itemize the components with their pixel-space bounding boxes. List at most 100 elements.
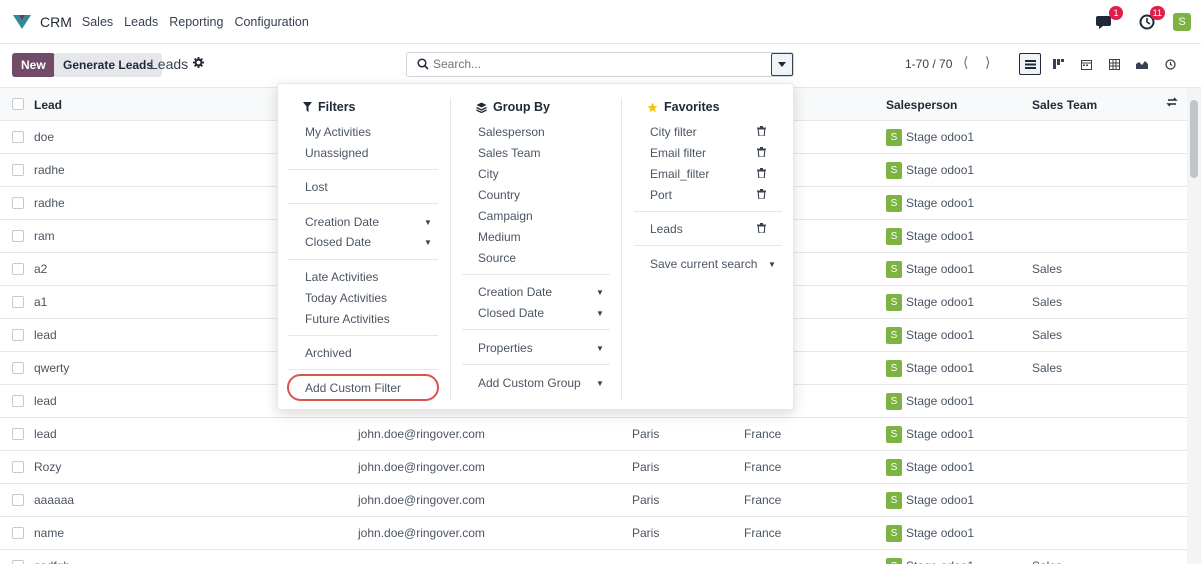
divider xyxy=(288,335,438,336)
pager-value[interactable]: 1-70 / 70 xyxy=(905,57,952,71)
filter-unassigned[interactable]: Unassigned xyxy=(305,146,368,160)
pager-next-icon[interactable]: ⟩ xyxy=(985,54,990,71)
row-checkbox[interactable] xyxy=(12,230,24,242)
calendar-view-button[interactable] xyxy=(1075,53,1097,75)
chevron-down-icon[interactable]: ▼ xyxy=(596,309,604,318)
filter-today-activities[interactable]: Today Activities xyxy=(305,291,387,305)
top-navbar: CRM Sales Leads Reporting Configuration … xyxy=(0,0,1201,44)
column-lead[interactable]: Lead xyxy=(34,98,62,112)
nav-reporting[interactable]: Reporting xyxy=(169,15,223,29)
optional-columns-icon[interactable] xyxy=(1166,96,1178,111)
row-checkbox[interactable] xyxy=(12,164,24,176)
messages-button[interactable]: 1 xyxy=(1093,6,1123,34)
cell-lead: lead xyxy=(34,394,57,408)
new-button[interactable]: New xyxy=(12,53,55,77)
salesperson-avatar: S xyxy=(886,261,902,278)
cell-salesperson: Stage odoo1 xyxy=(906,559,974,564)
filter-my-activities[interactable]: My Activities xyxy=(305,125,371,139)
gear-icon[interactable] xyxy=(193,57,204,71)
row-checkbox[interactable] xyxy=(12,527,24,539)
table-row[interactable]: asdfgh S Stage odoo1 Sales xyxy=(0,550,1187,564)
trash-icon[interactable] xyxy=(757,222,766,236)
groupby-creation-date[interactable]: Creation Date xyxy=(478,285,552,299)
table-row[interactable]: name john.doe@ringover.com Paris France S Sta… xyxy=(0,517,1187,550)
nav-sales[interactable]: Sales xyxy=(82,15,113,29)
nav-configuration[interactable]: Configuration xyxy=(234,15,308,29)
user-avatar[interactable]: S xyxy=(1173,13,1191,31)
row-checkbox[interactable] xyxy=(12,428,24,440)
add-custom-filter-button[interactable]: Add Custom Filter xyxy=(305,381,401,395)
crm-logo-icon[interactable] xyxy=(12,11,34,33)
groupby-sales-team[interactable]: Sales Team xyxy=(478,146,540,160)
table-row[interactable]: Rozy john.doe@ringover.com Paris France S Sta… xyxy=(0,451,1187,484)
activity-view-button[interactable] xyxy=(1159,53,1181,75)
trash-icon[interactable] xyxy=(757,167,766,181)
row-checkbox[interactable] xyxy=(12,131,24,143)
column-sales-team[interactable]: Sales Team xyxy=(1032,98,1097,112)
generate-leads-button[interactable]: Generate Leads xyxy=(54,53,163,77)
cell-lead: asdfgh xyxy=(34,559,70,564)
add-custom-group-select[interactable]: Add Custom Group xyxy=(478,376,581,390)
chevron-down-icon[interactable]: ▼ xyxy=(596,379,604,388)
nav-leads[interactable]: Leads xyxy=(124,15,158,29)
groupby-closed-date[interactable]: Closed Date xyxy=(478,306,544,320)
trash-icon[interactable] xyxy=(757,146,766,160)
table-row[interactable]: lead john.doe@ringover.com Paris France S Sta… xyxy=(0,418,1187,451)
row-checkbox[interactable] xyxy=(12,362,24,374)
app-name[interactable]: CRM xyxy=(40,14,72,30)
row-checkbox[interactable] xyxy=(12,296,24,308)
row-checkbox[interactable] xyxy=(12,395,24,407)
table-row[interactable]: aaaaaa john.doe@ringover.com Paris France S S… xyxy=(0,484,1187,517)
chevron-down-icon[interactable]: ▼ xyxy=(424,218,432,227)
favorite-port[interactable]: Port xyxy=(650,188,672,202)
scrollbar[interactable] xyxy=(1187,88,1201,564)
row-checkbox[interactable] xyxy=(12,329,24,341)
favorite-email-filter[interactable]: Email filter xyxy=(650,146,706,160)
table-icon xyxy=(1108,58,1120,70)
select-all-checkbox[interactable] xyxy=(12,98,24,110)
list-view-button[interactable] xyxy=(1019,53,1041,75)
filter-late-activities[interactable]: Late Activities xyxy=(305,270,378,284)
cell-sales-team: Sales xyxy=(1032,361,1063,375)
save-current-search[interactable]: Save current search xyxy=(650,257,757,271)
groupby-properties[interactable]: Properties xyxy=(478,341,533,355)
groupby-campaign[interactable]: Campaign xyxy=(478,209,533,223)
activities-button[interactable]: 11 xyxy=(1135,6,1165,34)
favorite-city-filter[interactable]: City filter xyxy=(650,125,697,139)
filter-icon xyxy=(303,102,312,112)
groupby-medium[interactable]: Medium xyxy=(478,230,521,244)
groupby-source[interactable]: Source xyxy=(478,251,516,265)
favorite-leads[interactable]: Leads xyxy=(650,222,683,236)
chevron-down-icon[interactable]: ▼ xyxy=(596,344,604,353)
pivot-view-button[interactable] xyxy=(1103,53,1125,75)
row-checkbox[interactable] xyxy=(12,494,24,506)
column-salesperson[interactable]: Salesperson xyxy=(886,98,957,112)
row-checkbox[interactable] xyxy=(12,461,24,473)
chevron-down-icon[interactable]: ▼ xyxy=(768,260,776,269)
trash-icon[interactable] xyxy=(757,125,766,139)
groupby-city[interactable]: City xyxy=(478,167,499,181)
cell-country: France xyxy=(744,427,782,441)
divider xyxy=(288,203,438,204)
pager-previous-icon[interactable]: ⟨ xyxy=(963,54,968,71)
scrollbar-thumb[interactable] xyxy=(1190,100,1198,178)
kanban-view-button[interactable] xyxy=(1047,53,1069,75)
trash-icon[interactable] xyxy=(757,188,766,202)
groupby-country[interactable]: Country xyxy=(478,188,520,202)
search-input[interactable] xyxy=(433,57,753,71)
filter-future-activities[interactable]: Future Activities xyxy=(305,312,390,326)
groupby-salesperson[interactable]: Salesperson xyxy=(478,125,545,139)
favorite-email-filter-2[interactable]: Email_filter xyxy=(650,167,709,181)
row-checkbox[interactable] xyxy=(12,197,24,209)
divider xyxy=(288,369,438,370)
filter-creation-date[interactable]: Creation Date xyxy=(305,215,379,229)
chevron-down-icon[interactable]: ▼ xyxy=(596,288,604,297)
search-options-toggle[interactable] xyxy=(771,53,793,76)
filter-archived[interactable]: Archived xyxy=(305,346,352,360)
row-checkbox[interactable] xyxy=(12,560,24,564)
row-checkbox[interactable] xyxy=(12,263,24,275)
chevron-down-icon[interactable]: ▼ xyxy=(424,238,432,247)
filter-closed-date[interactable]: Closed Date xyxy=(305,235,371,249)
graph-view-button[interactable] xyxy=(1131,53,1153,75)
filter-lost[interactable]: Lost xyxy=(305,180,328,194)
